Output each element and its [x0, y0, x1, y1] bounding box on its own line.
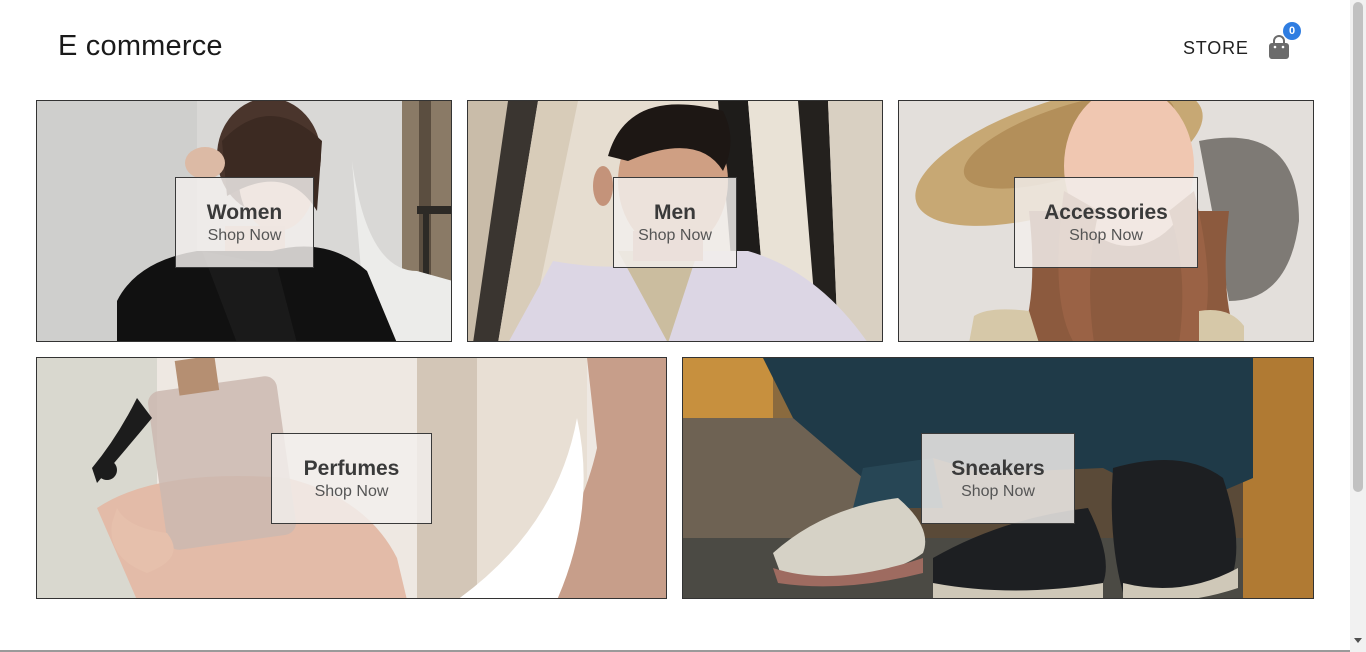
category-title: Perfumes	[303, 457, 400, 480]
category-tile-perfumes[interactable]: Perfumes Shop Now	[36, 357, 667, 599]
shop-now-link[interactable]: Shop Now	[614, 227, 736, 245]
category-title: Men	[654, 201, 696, 224]
scroll-down-arrow-icon[interactable]	[1354, 638, 1362, 643]
vertical-scrollbar[interactable]	[1350, 0, 1366, 652]
category-tile-sneakers[interactable]: Sneakers Shop Now	[682, 357, 1314, 599]
shop-now-link[interactable]: Shop Now	[922, 483, 1074, 501]
category-tile-men[interactable]: Men Shop Now	[467, 100, 883, 342]
store-link[interactable]: STORE	[1183, 38, 1249, 59]
category-label-box[interactable]: Perfumes Shop Now	[271, 433, 432, 524]
category-label-box[interactable]: Accessories Shop Now	[1014, 177, 1198, 268]
shop-now-link[interactable]: Shop Now	[272, 483, 431, 501]
category-title: Sneakers	[951, 457, 1045, 480]
category-label-box[interactable]: Sneakers Shop Now	[921, 433, 1075, 524]
category-title: Accessories	[1044, 201, 1168, 224]
shop-now-link[interactable]: Shop Now	[176, 227, 313, 245]
category-label-box[interactable]: Women Shop Now	[175, 177, 314, 268]
cart-count-badge: 0	[1283, 22, 1301, 40]
category-label-box[interactable]: Men Shop Now	[613, 177, 737, 268]
category-tile-accessories[interactable]: Accessories Shop Now	[898, 100, 1314, 342]
cart-button[interactable]: 0	[1266, 22, 1301, 62]
shop-now-link[interactable]: Shop Now	[1015, 227, 1197, 245]
category-title: Women	[206, 201, 283, 224]
scrollbar-thumb[interactable]	[1353, 2, 1363, 492]
brand-logo-text[interactable]: E commerce	[58, 30, 223, 63]
page: E commerce STORE 0 Women Shop Now Men Sh…	[0, 0, 1350, 652]
category-tile-women[interactable]: Women Shop Now	[36, 100, 452, 342]
